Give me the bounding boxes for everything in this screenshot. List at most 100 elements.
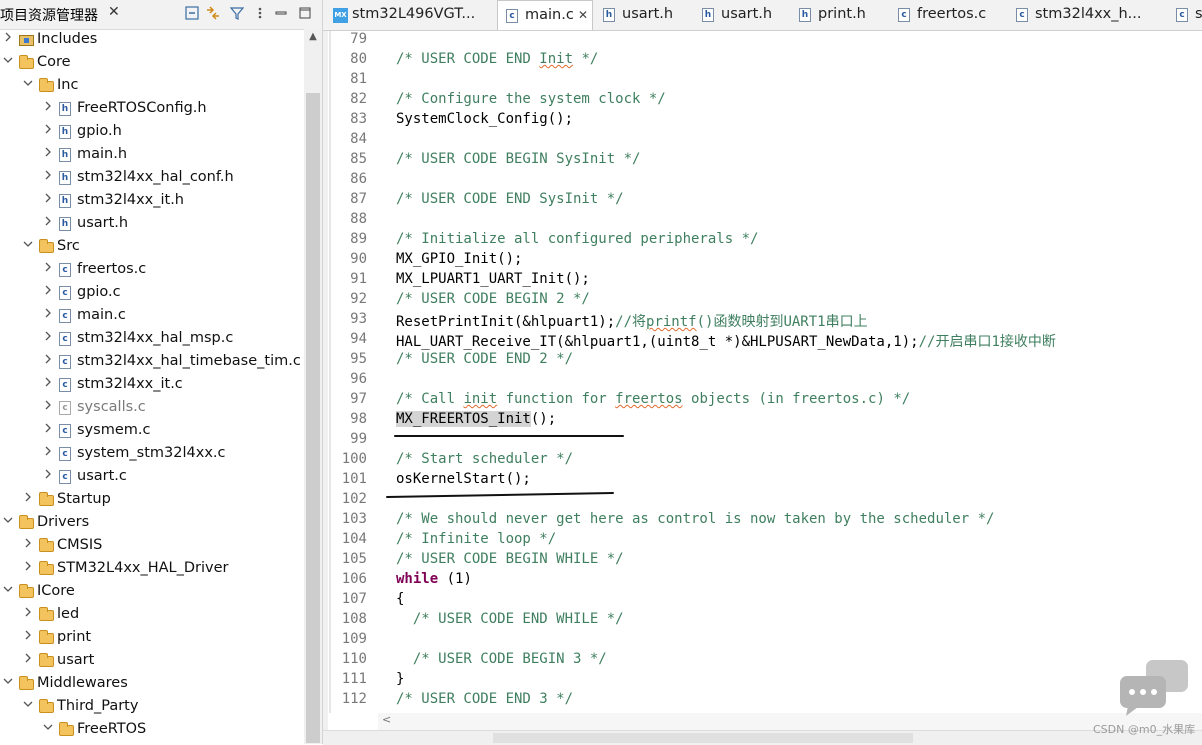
tree-item[interactable]: h usart.h [0, 213, 304, 236]
code-line[interactable]: 98 MX_FREERTOS_Init(); [331, 411, 1202, 431]
collapse-all-icon[interactable] [183, 4, 201, 22]
chevron-right-icon[interactable] [42, 285, 54, 298]
chevron-right-icon[interactable] [42, 262, 54, 275]
code-line[interactable]: 93 ResetPrintInit(&hlpuart1);//将printf()函… [331, 311, 1202, 331]
tree-item[interactable]: usart [0, 650, 304, 673]
chevron-right-icon[interactable] [42, 446, 54, 459]
editor-tab[interactable]: MX stm32L496VGT... [325, 0, 493, 30]
view-menu-icon[interactable] [251, 4, 269, 22]
code-line[interactable]: 95 /* USER CODE END 2 */ [331, 351, 1202, 371]
editor-tab[interactable]: h usart.h [694, 0, 789, 30]
tree-item[interactable]: STM32L4xx_HAL_Driver [0, 558, 304, 581]
editor-tab[interactable]: cst [1168, 0, 1202, 30]
code-area[interactable]: 79 80 /* USER CODE END Init */ 81 82 /* Confi… [331, 29, 1202, 713]
tree-item[interactable]: c freertos.c [0, 259, 304, 282]
code-line[interactable]: 97 /* Call init function for freertos obj… [331, 391, 1202, 411]
tree-item[interactable]: FreeRTOS [0, 719, 304, 742]
editor-tab[interactable]: c main.c ✕ [497, 0, 593, 30]
code-line[interactable]: 81 [331, 71, 1202, 91]
code-line[interactable]: 82 /* Configure the system clock */ [331, 91, 1202, 111]
code-line[interactable]: 80 /* USER CODE END Init */ [331, 51, 1202, 71]
tree-item[interactable]: Includes [0, 29, 304, 52]
code-line[interactable]: 100 /* Start scheduler */ [331, 451, 1202, 471]
tree-item[interactable]: Inc [0, 75, 304, 98]
chevron-down-icon[interactable] [2, 55, 14, 68]
chevron-right-icon[interactable] [42, 423, 54, 436]
tree-item[interactable]: h stm32l4xx_hal_conf.h [0, 167, 304, 190]
chevron-right-icon[interactable] [42, 308, 54, 321]
chevron-right-icon[interactable] [42, 170, 54, 183]
editor-tab[interactable]: h usart.h [595, 0, 691, 30]
code-line[interactable]: 94 HAL_UART_Receive_IT(&hlpuart1,(uint8_t… [331, 331, 1202, 351]
chevron-right-icon[interactable] [22, 538, 34, 551]
tree-item[interactable]: Third_Party [0, 696, 304, 719]
scrollbar-thumb[interactable] [306, 93, 320, 743]
chevron-right-icon[interactable] [22, 492, 34, 505]
tree-item[interactable]: c stm32l4xx_hal_timebase_tim.c [0, 351, 304, 374]
chevron-right-icon[interactable] [22, 561, 34, 574]
code-line[interactable]: 101 osKernelStart(); [331, 471, 1202, 491]
scroll-left-icon[interactable]: < [382, 713, 391, 726]
code-line[interactable]: 84 [331, 131, 1202, 151]
tree-item[interactable]: Src [0, 236, 304, 259]
code-line[interactable]: 89 /* Initialize all configured periphera… [331, 231, 1202, 251]
tree-item[interactable]: h stm32l4xx_it.h [0, 190, 304, 213]
tree-item[interactable]: c system_stm32l4xx.c [0, 443, 304, 466]
chevron-right-icon[interactable] [2, 32, 14, 45]
chevron-right-icon[interactable] [42, 469, 54, 482]
code-line[interactable]: 107 { [331, 591, 1202, 611]
editor-tab[interactable]: c freertos.c [890, 0, 1006, 30]
editor-tab[interactable]: h print.h [791, 0, 888, 30]
tree-item[interactable]: print [0, 627, 304, 650]
chevron-right-icon[interactable] [42, 331, 54, 344]
tree-item[interactable]: c main.c [0, 305, 304, 328]
chevron-right-icon[interactable] [42, 147, 54, 160]
editor-tab[interactable]: c stm32l4xx_h... [1008, 0, 1166, 30]
tree-item[interactable]: h gpio.h [0, 121, 304, 144]
code-line[interactable]: 96 [331, 371, 1202, 391]
horizontal-scrollbar[interactable]: < [378, 713, 1202, 730]
tree-item[interactable]: ICore [0, 581, 304, 604]
tree-item[interactable]: c stm32l4xx_hal_msp.c [0, 328, 304, 351]
tree-item[interactable]: led [0, 604, 304, 627]
chevron-right-icon[interactable] [42, 216, 54, 229]
code-line[interactable]: 83 SystemClock_Config(); [331, 111, 1202, 131]
code-line[interactable]: 103 /* We should never get here as contro… [331, 511, 1202, 531]
explorer-scrollbar[interactable]: ▲ [304, 29, 322, 744]
code-line[interactable]: 108 /* USER CODE END WHILE */ [331, 611, 1202, 631]
code-line[interactable]: 105 /* USER CODE BEGIN WHILE */ [331, 551, 1202, 571]
tree-item[interactable]: Core [0, 52, 304, 75]
chevron-down-icon[interactable] [42, 722, 54, 735]
tree-item[interactable]: Startup [0, 489, 304, 512]
filter-icon[interactable] [228, 4, 246, 22]
bottom-scroll-thumb[interactable] [493, 733, 913, 743]
code-line[interactable]: 92 /* USER CODE BEGIN 2 */ [331, 291, 1202, 311]
chevron-down-icon[interactable] [2, 515, 14, 528]
chevron-down-icon[interactable] [22, 699, 34, 712]
maximize-icon[interactable] [296, 4, 314, 22]
tree-item[interactable]: h main.h [0, 144, 304, 167]
chevron-down-icon[interactable] [2, 584, 14, 597]
code-line[interactable]: 87 /* USER CODE END SysInit */ [331, 191, 1202, 211]
code-line[interactable]: 112 /* USER CODE END 3 */ [331, 691, 1202, 711]
minimize-icon[interactable] [272, 4, 290, 22]
tree-item[interactable]: c usart.c [0, 466, 304, 489]
code-line[interactable]: 79 [331, 31, 1202, 51]
code-line[interactable]: 90 MX_GPIO_Init(); [331, 251, 1202, 271]
code-line[interactable]: 106 while (1) [331, 571, 1202, 591]
chevron-right-icon[interactable] [42, 124, 54, 137]
code-line[interactable]: 109 [331, 631, 1202, 651]
code-line[interactable]: 99 [331, 431, 1202, 451]
tree-item[interactable]: c syscalls.c [0, 397, 304, 420]
code-line[interactable]: 104 /* Infinite loop */ [331, 531, 1202, 551]
code-line[interactable]: 86 [331, 171, 1202, 191]
tree-item[interactable]: h FreeRTOSConfig.h [0, 98, 304, 121]
code-line[interactable]: 88 [331, 211, 1202, 231]
chevron-right-icon[interactable] [42, 354, 54, 367]
tree-item[interactable]: CMSIS [0, 535, 304, 558]
chevron-right-icon[interactable] [22, 607, 34, 620]
chevron-right-icon[interactable] [22, 630, 34, 643]
chevron-down-icon[interactable] [22, 78, 34, 91]
close-icon[interactable]: ✕ [108, 4, 120, 20]
chevron-right-icon[interactable] [42, 193, 54, 206]
